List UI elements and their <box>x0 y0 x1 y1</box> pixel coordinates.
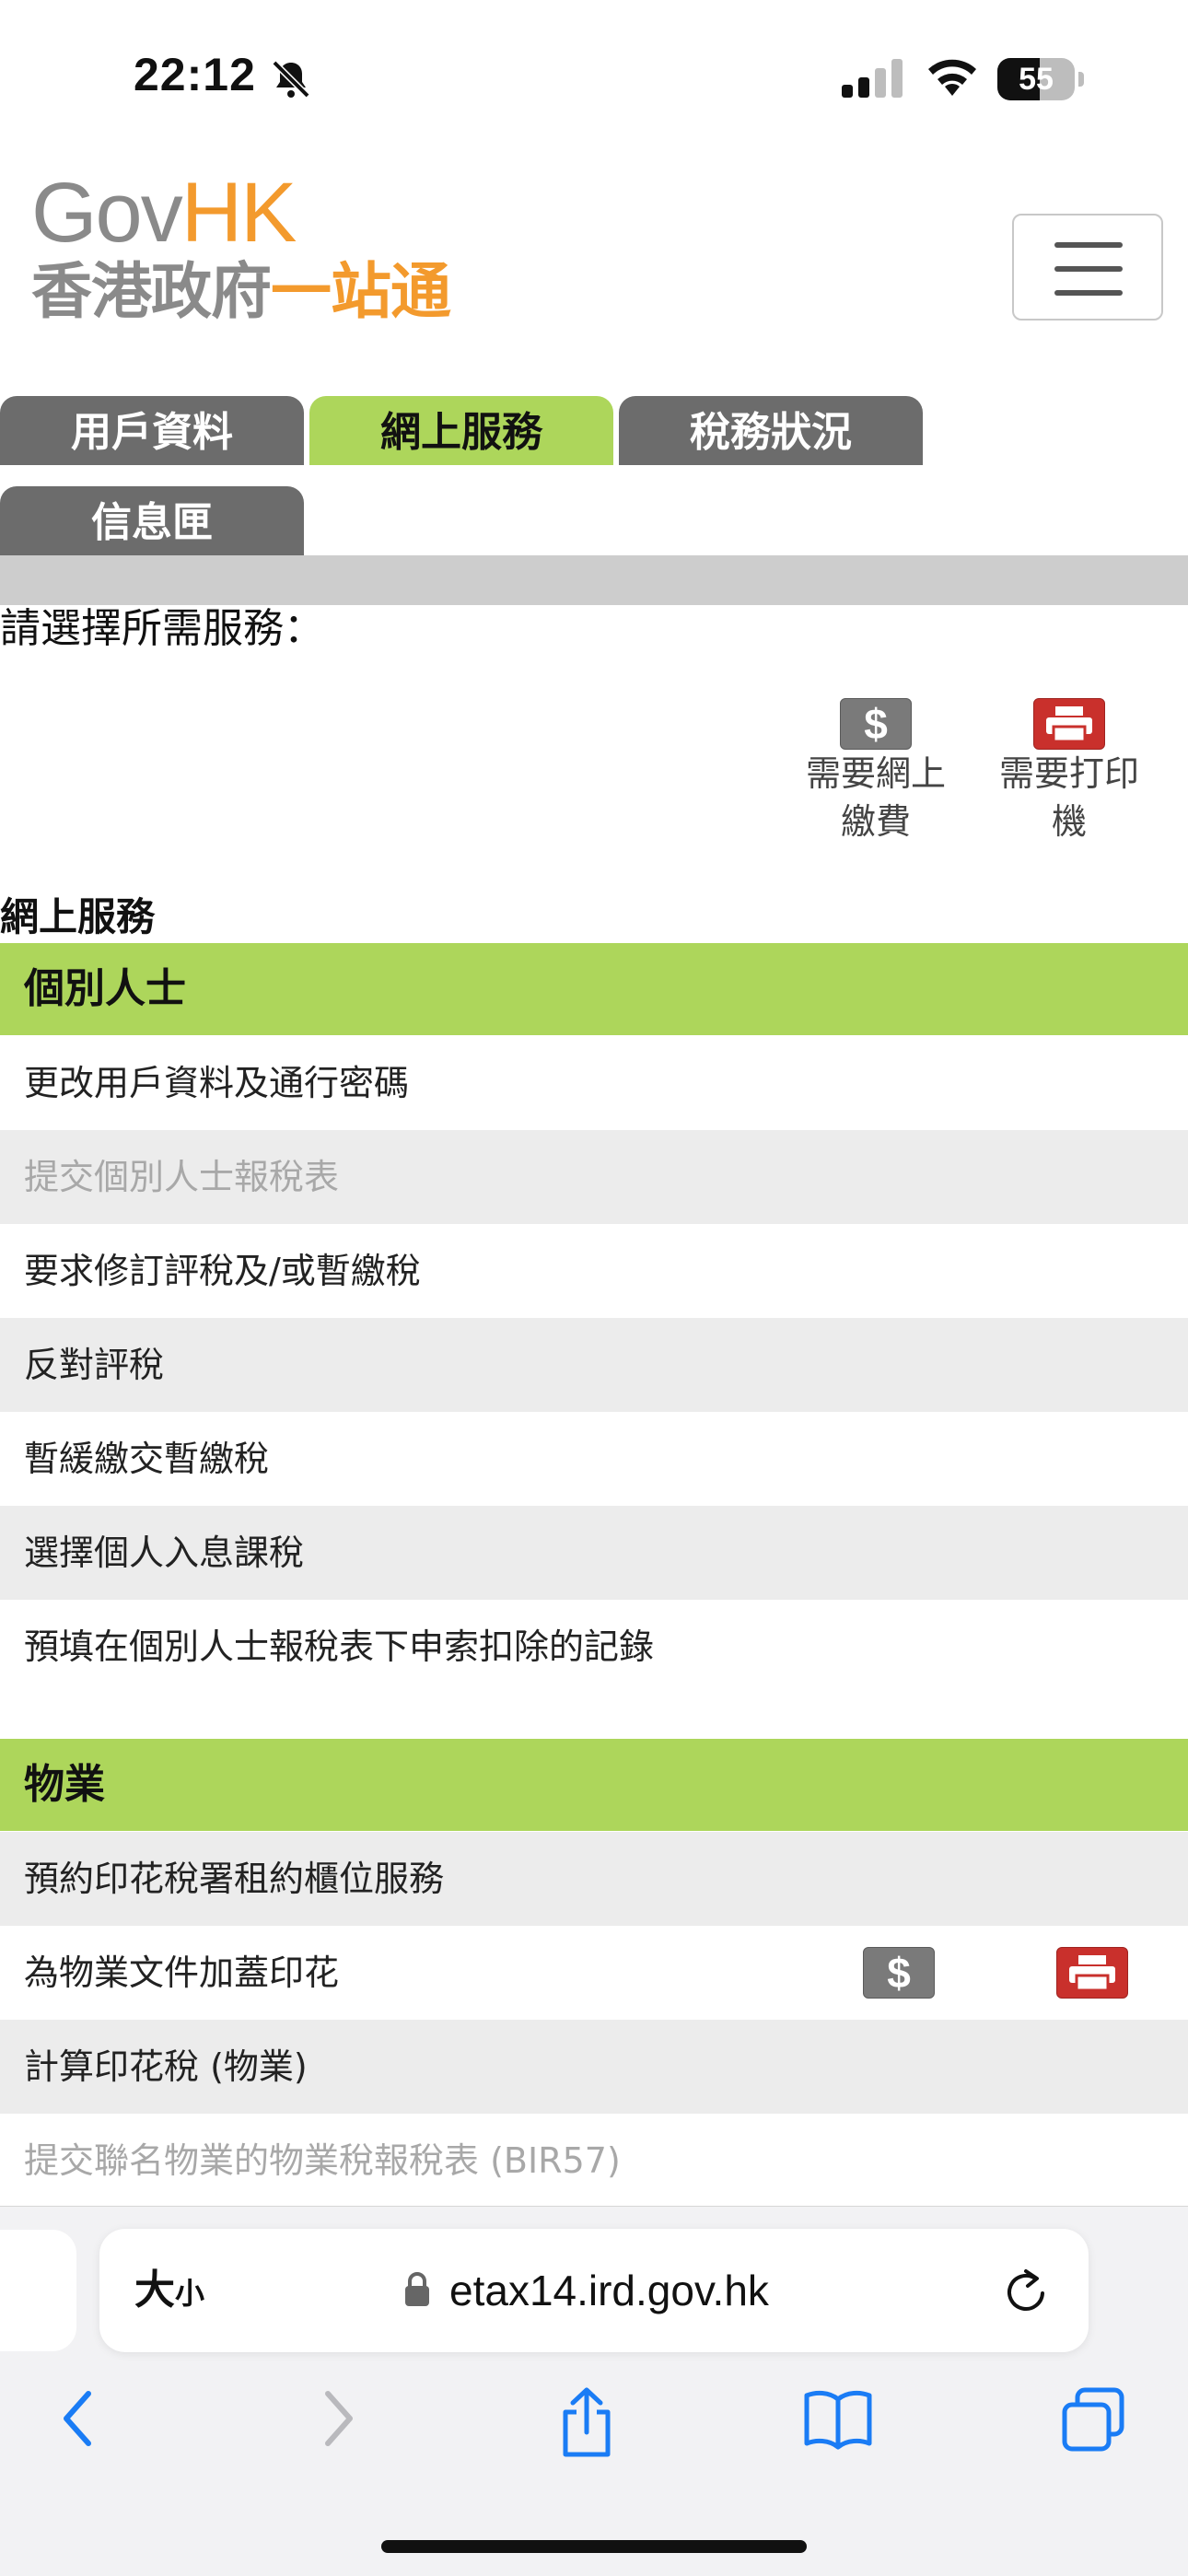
legend-printer-line1: 需要打印 <box>998 753 1139 794</box>
tab-tax-status[interactable]: 稅務狀況 <box>619 396 923 465</box>
previous-tab-preview[interactable] <box>0 2230 76 2351</box>
category-title: 物業 <box>24 1761 105 1808</box>
legend-printer: 需要打印機 <box>977 698 1161 845</box>
address-bar[interactable]: 大小 etax14.ird.gov.hk <box>99 2229 1089 2352</box>
tab-label: 信息匣 <box>91 499 213 546</box>
tab-divider-bar <box>0 555 1188 605</box>
service-row[interactable]: 要求修訂評稅及/或暫繳稅 <box>0 1224 1188 1318</box>
lock-icon <box>405 2272 429 2306</box>
service-row[interactable]: 選擇個人入息課稅 <box>0 1506 1188 1600</box>
service-link[interactable]: 反對評稅 <box>24 1318 164 1412</box>
url-text: etax14.ird.gov.hk <box>449 2267 769 2314</box>
dollar-icon: $ <box>863 1947 935 1999</box>
printer-icon <box>1056 1947 1128 1999</box>
share-icon[interactable] <box>556 2386 617 2460</box>
service-link[interactable]: 暫緩繳交暫繳稅 <box>24 1412 269 1506</box>
service-link[interactable]: 計算印花稅 (物業) <box>24 2020 308 2114</box>
service-row: 提交個別人士報稅表 <box>0 1130 1188 1224</box>
tab-online-services[interactable]: 網上服務 <box>309 396 613 465</box>
service-link[interactable]: 選擇個人入息課稅 <box>24 1506 304 1600</box>
text-size-big: 大 <box>134 2267 175 2314</box>
service-link[interactable]: 預約印花稅署租約櫃位服務 <box>24 1832 444 1926</box>
tabs-icon[interactable] <box>1059 2386 1127 2454</box>
hamburger-menu-button[interactable] <box>1012 214 1163 321</box>
status-bar: 22:12 55 <box>0 0 1188 157</box>
bookmarks-icon[interactable] <box>803 2386 873 2451</box>
legend-payment-line1: 需要網上 <box>805 753 946 794</box>
service-row[interactable]: 暫緩繳交暫繳稅 <box>0 1412 1188 1506</box>
category-title: 個別人士 <box>24 965 186 1012</box>
browser-toolbar: 大小 etax14.ird.gov.hk <box>0 2206 1188 2576</box>
logo-chinese-orange: 一站通 <box>271 256 451 327</box>
bell-muted-icon <box>272 60 310 99</box>
text-size-button[interactable]: 大小 <box>134 2229 204 2355</box>
service-row[interactable]: 反對評稅 <box>0 1318 1188 1412</box>
back-icon[interactable] <box>55 2386 101 2451</box>
service-link[interactable]: 要求修訂評稅及/或暫繳稅 <box>24 1224 421 1318</box>
govhk-logo[interactable]: GovHK 香港政府一站通 <box>31 170 451 327</box>
service-row[interactable]: 預約印花稅署租約櫃位服務 <box>0 1832 1188 1926</box>
tab-label: 稅務狀況 <box>690 409 852 456</box>
service-link[interactable]: 為物業文件加蓋印花 <box>24 1926 339 2020</box>
service-row[interactable]: 更改用戶資料及通行密碼 <box>0 1036 1188 1130</box>
service-row: 提交聯名物業的物業稅報稅表 (BIR57) <box>0 2114 1188 2208</box>
home-indicator <box>381 2540 807 2553</box>
service-row[interactable]: 預填在個別人士報稅表下申索扣除的記錄 <box>0 1600 1188 1694</box>
logo-chinese-grey: 香港政府 <box>31 256 272 327</box>
service-link-disabled: 提交聯名物業的物業稅報稅表 (BIR57) <box>24 2140 621 2181</box>
tab-label: 用戶資料 <box>71 409 233 456</box>
forward-icon[interactable] <box>315 2386 361 2451</box>
dollar-icon: $ <box>840 698 912 750</box>
text-size-small: 小 <box>175 2276 205 2311</box>
legend-payment: $ 需要網上繳費 <box>784 698 968 845</box>
section-heading: 網上服務 <box>0 894 156 939</box>
battery-percent: 55 <box>1019 62 1054 97</box>
service-row[interactable]: 計算印花稅 (物業) <box>0 2020 1188 2114</box>
tab-label: 網上服務 <box>380 409 542 456</box>
battery-indicator: 55 <box>997 58 1084 100</box>
service-link[interactable]: 預填在個別人士報稅表下申索扣除的記錄 <box>24 1600 654 1694</box>
service-row[interactable]: 為物業文件加蓋印花 $ <box>0 1926 1188 2020</box>
select-service-prompt: 請選擇所需服務： <box>0 605 324 652</box>
wifi-icon <box>928 59 976 96</box>
service-link[interactable]: 更改用戶資料及通行密碼 <box>24 1036 409 1130</box>
cellular-signal-icon <box>842 59 903 98</box>
category-individuals: 個別人士 <box>0 943 1188 1035</box>
tab-user-info[interactable]: 用戶資料 <box>0 396 304 465</box>
clock: 22:12 <box>134 49 256 100</box>
tab-message-box[interactable]: 信息匣 <box>0 486 304 555</box>
logo-gov-text: Gov <box>31 166 183 260</box>
legend-payment-line2: 繳費 <box>840 801 911 842</box>
logo-hk-text: HK <box>181 166 297 260</box>
reload-icon[interactable] <box>1002 2266 1050 2315</box>
legend-printer-line2: 機 <box>1051 801 1087 842</box>
service-link-disabled: 提交個別人士報稅表 <box>24 1157 340 1197</box>
category-property: 物業 <box>0 1739 1188 1831</box>
printer-icon <box>1033 698 1105 750</box>
